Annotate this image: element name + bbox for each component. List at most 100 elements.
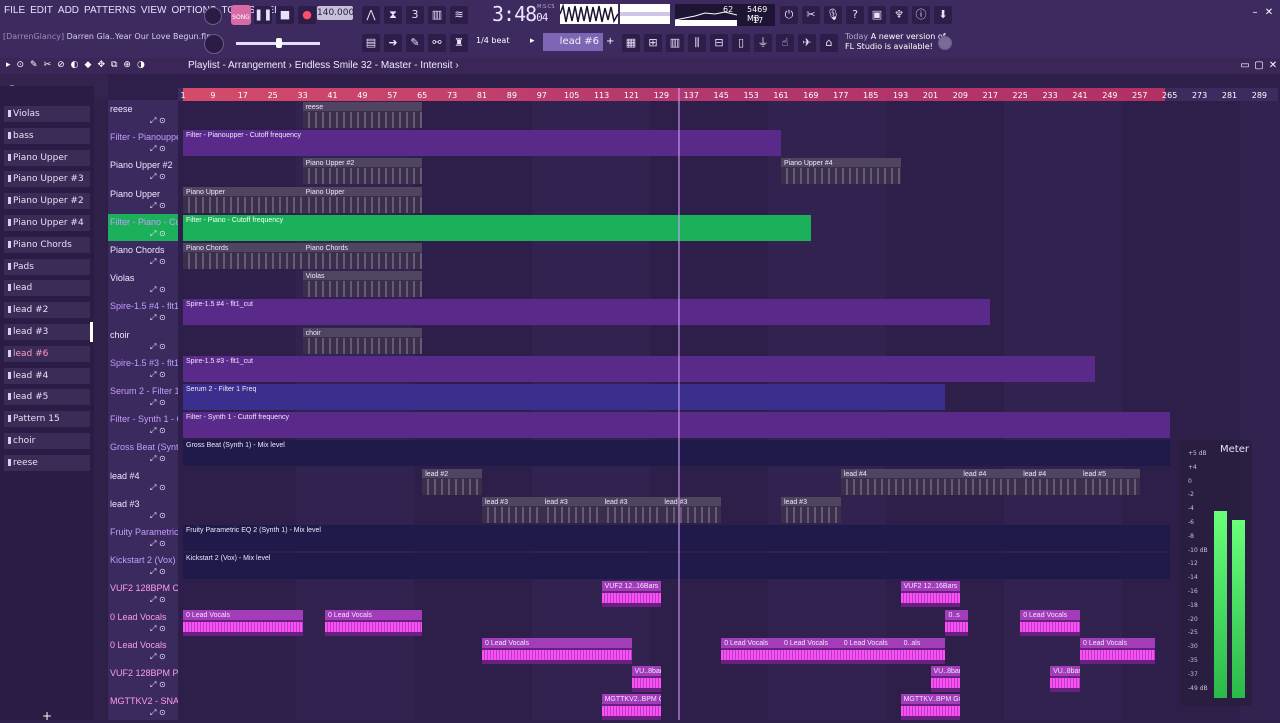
clip[interactable]: Piano Upper	[302, 186, 423, 213]
clip[interactable]: 0 Lead Vocals	[840, 637, 901, 664]
clip[interactable]: MGTTKV2..BPM G#	[601, 694, 662, 721]
track-label[interactable]: Piano Upper #2	[110, 160, 178, 170]
clip[interactable]: Spire-1.5 #3 - flt1_cut	[183, 355, 1095, 382]
snap-selector[interactable]: 1/4 beat	[476, 36, 509, 45]
globe-icon[interactable]	[938, 36, 952, 50]
clip[interactable]: lead #3	[781, 496, 841, 523]
stop-icon[interactable]: ■	[276, 6, 294, 24]
slider-handle[interactable]	[276, 38, 282, 48]
menu-file[interactable]: FILE	[4, 5, 25, 16]
cart-icon[interactable]: ⌂	[820, 34, 838, 52]
pattern-add-icon[interactable]: +	[606, 36, 614, 47]
clip[interactable]: Fruity Parametric EQ 2 (Synth 1) - Mix l…	[183, 525, 1170, 551]
track-controls-icon[interactable]: ⤢ ⊙	[150, 144, 166, 154]
clip[interactable]: Filter - Pianoupper - Cutoff frequency	[183, 130, 781, 157]
clip[interactable]: Piano Chords	[183, 243, 303, 269]
track-label[interactable]: Piano Upper	[110, 189, 178, 199]
track-label[interactable]: Spire-1.5 #3 - flt1..	[110, 358, 178, 368]
clip[interactable]: 0 Lead Vocals	[781, 637, 841, 664]
minimize-icon[interactable]: –	[1248, 6, 1262, 20]
cut-icon[interactable]: ✂	[802, 6, 820, 24]
step-edit-icon[interactable]: ▥	[428, 6, 446, 24]
clip[interactable]: 0..als	[900, 637, 946, 664]
track-label[interactable]: Piano Chords	[110, 245, 178, 255]
browser-item[interactable]: lead #3	[4, 324, 90, 340]
clip[interactable]: VUF2 12..16Bars	[601, 581, 662, 608]
track-controls-icon[interactable]: ⤢ ⊙	[150, 116, 166, 126]
track-label[interactable]: Filter - Pianouppe..	[110, 132, 178, 142]
pattern-selector[interactable]: lead #6	[543, 33, 603, 51]
mixer-icon[interactable]: ⊞	[644, 34, 662, 52]
clip[interactable]: Filter - Synth 1 - Cutoff frequency	[183, 412, 1170, 439]
clip[interactable]: 0..s	[945, 609, 968, 636]
clip[interactable]: 0 Lead Vocals	[183, 609, 303, 636]
pattern-song-knob[interactable]	[204, 7, 222, 25]
track-label[interactable]: reese	[110, 104, 178, 114]
clip[interactable]: VUF2 12..16Bars	[900, 581, 961, 608]
track-controls-icon[interactable]: ⤢ ⊙	[150, 229, 166, 239]
clip[interactable]: reese	[302, 102, 423, 128]
menu-add[interactable]: ADD	[58, 5, 79, 16]
browser-item[interactable]: Pattern 15	[4, 411, 90, 428]
track-controls-icon[interactable]: ⤢ ⊙	[150, 567, 166, 577]
track-controls-icon[interactable]: ⤢ ⊙	[150, 313, 166, 323]
browser-scrollbar[interactable]	[94, 100, 106, 720]
clip[interactable]: Violas	[302, 271, 423, 298]
clip[interactable]: choir	[302, 327, 423, 354]
close-icon[interactable]: ✕	[1262, 6, 1276, 20]
pause-icon[interactable]: ❚❚	[254, 6, 272, 24]
clip[interactable]: lead #3	[482, 496, 542, 523]
undo-icon[interactable]: ⏻	[780, 6, 798, 24]
browser-item[interactable]: lead #2	[4, 302, 90, 319]
wait-icon[interactable]: ⧗	[384, 6, 402, 24]
track-controls-icon[interactable]: ⤢ ⊙	[150, 483, 166, 493]
clip[interactable]: Piano Upper #2	[302, 158, 423, 185]
clip[interactable]: Gross Beat (Synth 1) - Mix level	[183, 440, 1170, 467]
browser-item[interactable]: lead #5	[4, 389, 90, 406]
stamp-icon[interactable]: ♜	[450, 34, 468, 52]
browser-item[interactable]: Piano Upper #3	[4, 171, 90, 188]
browser-item[interactable]: lead	[4, 280, 90, 297]
track-label[interactable]: VUF2 128BPM Clea..	[110, 583, 178, 593]
clip[interactable]: VU..8bar	[1050, 666, 1080, 692]
file-icon[interactable]: ▯	[732, 34, 750, 52]
track-controls-icon[interactable]: ⤢ ⊙	[150, 680, 166, 690]
clip[interactable]: lead #3	[661, 496, 722, 523]
clip[interactable]: Kickstart 2 (Vox) - Mix level	[183, 553, 1170, 580]
browser-item[interactable]: lead #6	[4, 345, 90, 362]
piano-roll-icon[interactable]: ▥	[666, 34, 684, 52]
clip[interactable]: lead #2	[422, 468, 482, 495]
track-label[interactable]: Serum 2 - Filter 1..	[110, 386, 178, 396]
track-controls-icon[interactable]: ⤢ ⊙	[150, 426, 166, 436]
track-label[interactable]: Gross Beat (Synth ..	[110, 442, 178, 452]
track-controls-icon[interactable]: ⤢ ⊙	[150, 595, 166, 605]
track-label[interactable]: MGTTKV2 - SNARE..	[110, 696, 178, 706]
menu-edit[interactable]: EDIT	[30, 5, 53, 16]
track-controls-icon[interactable]: ⤢ ⊙	[150, 708, 166, 718]
clip[interactable]: Serum 2 - Filter 1 Freq	[183, 384, 946, 410]
playlist-close-icon[interactable]: ✕	[1266, 59, 1280, 73]
track-label[interactable]: Kickstart 2 (Vox) -..	[110, 555, 178, 565]
help-icon[interactable]: ?	[846, 6, 864, 24]
playhead[interactable]	[678, 88, 680, 720]
track-label[interactable]: VUF2 128BPM Pitc..	[110, 668, 178, 678]
touch-icon[interactable]: ☝	[776, 34, 794, 52]
blend-notes-icon[interactable]: ≋	[450, 6, 468, 24]
record-audio-icon[interactable]: ✈	[798, 34, 816, 52]
metronome-icon[interactable]: ⋀	[362, 6, 380, 24]
track-label[interactable]: lead #3	[110, 499, 178, 509]
add-pattern-icon[interactable]: +	[42, 709, 52, 723]
clip[interactable]: MGTTKV..BPM G#	[900, 694, 961, 721]
browser-item[interactable]: Violas	[4, 106, 90, 122]
pencil-icon[interactable]: ✎	[406, 34, 424, 52]
clip[interactable]: Piano Upper #4	[781, 158, 901, 185]
clip[interactable]: Piano Chords	[302, 243, 423, 269]
clip[interactable]: Filter - Piano - Cutoff frequency	[183, 214, 811, 241]
browser-icon[interactable]: ⊟	[710, 34, 728, 52]
clip[interactable]: 0 Lead Vocals	[721, 637, 781, 664]
clip[interactable]: Spire-1.5 #4 - flt1_cut	[183, 299, 991, 326]
clip[interactable]: lead #3	[601, 496, 662, 523]
tempo-display[interactable]: 140.000	[317, 6, 354, 20]
clip[interactable]: lead #5	[1080, 468, 1140, 495]
browser-item[interactable]: Pads	[4, 258, 90, 275]
